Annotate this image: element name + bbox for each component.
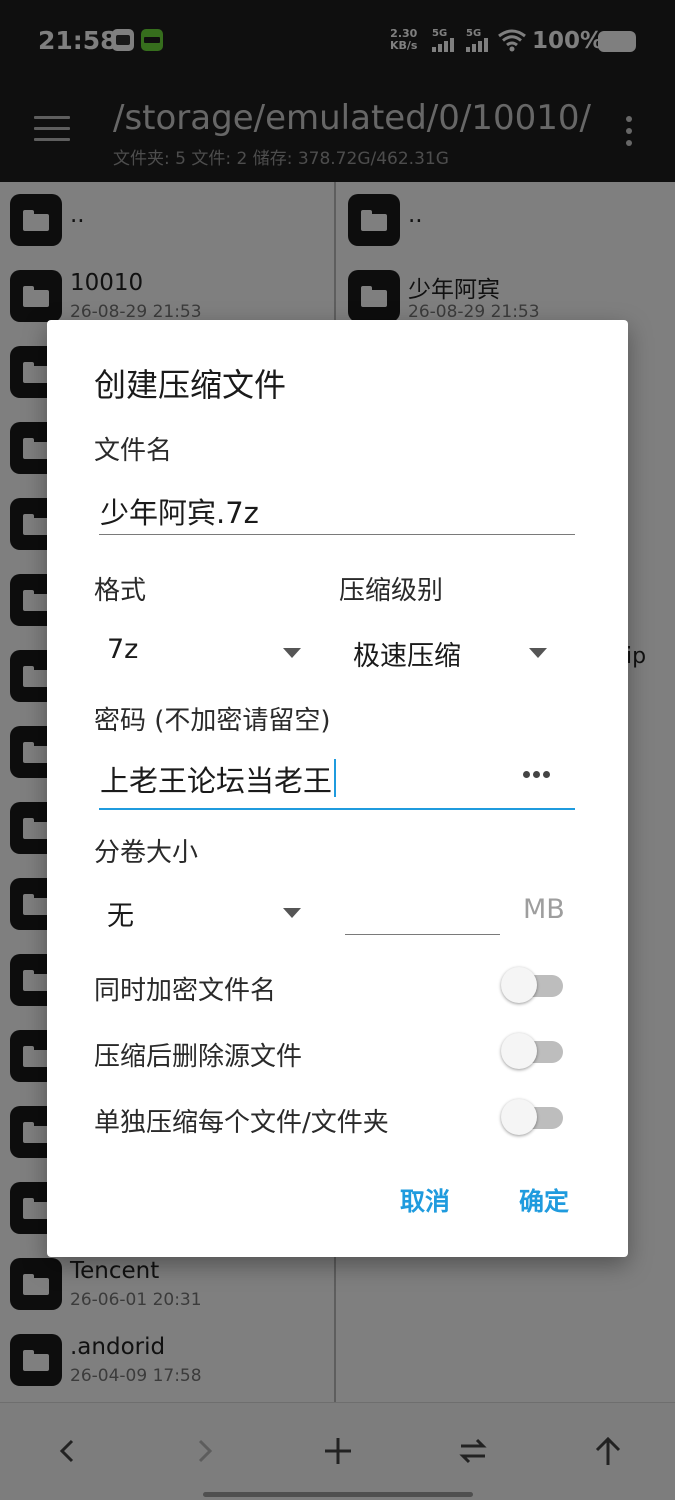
dropdown-arrow-icon [283, 648, 301, 658]
volume-size-input[interactable] [345, 888, 500, 936]
volume-size-underline [345, 934, 500, 935]
encrypt-filenames-label: 同时加密文件名 [94, 976, 277, 1006]
separate-archive-toggle[interactable] [501, 1097, 563, 1137]
separate-archive-label: 单独压缩每个文件/文件夹 [94, 1108, 389, 1138]
password-label: 密码 (不加密请留空) [94, 706, 331, 736]
cancel-button[interactable]: 取消 [400, 1182, 450, 1218]
encrypt-filenames-toggle[interactable] [501, 965, 563, 1005]
filename-label: 文件名 [94, 436, 173, 466]
delete-source-label: 压缩后删除源文件 [94, 1042, 303, 1072]
password-input[interactable]: 上老王论坛当老王 [100, 758, 337, 800]
dropdown-arrow-icon [529, 648, 547, 658]
volume-size-label: 分卷大小 [94, 838, 199, 868]
volume-unit: MB [523, 894, 565, 925]
create-archive-dialog: 创建压缩文件 文件名 少年阿宾.7z 格式 压缩级别 7z 极速压缩 密码 (不… [47, 320, 628, 1257]
filename-underline [99, 534, 575, 535]
volume-size-dropdown[interactable]: 无 [107, 888, 307, 938]
text-caret [334, 759, 337, 797]
dialog-title: 创建压缩文件 [94, 366, 287, 404]
format-label: 格式 [94, 576, 147, 606]
password-visibility-icon[interactable] [523, 771, 555, 781]
compression-level-dropdown[interactable]: 极速压缩 [353, 628, 553, 678]
password-underline [99, 808, 575, 810]
ok-button[interactable]: 确定 [519, 1182, 569, 1218]
compression-level-label: 压缩级别 [339, 576, 444, 606]
filename-input[interactable]: 少年阿宾.7z [100, 490, 259, 532]
format-dropdown[interactable]: 7z [107, 628, 307, 678]
delete-source-toggle[interactable] [501, 1031, 563, 1071]
dropdown-arrow-icon [283, 908, 301, 918]
